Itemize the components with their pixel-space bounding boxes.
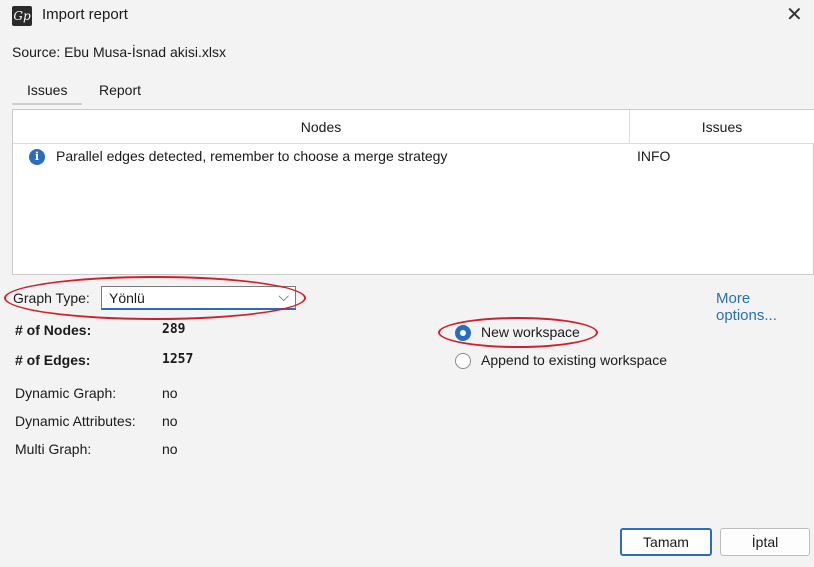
append-workspace-radio[interactable]: [455, 353, 471, 369]
multi-graph-label: Multi Graph:: [15, 441, 92, 457]
edges-count-value: 1257: [162, 352, 194, 367]
dynamic-graph-label: Dynamic Graph:: [15, 385, 117, 401]
tab-issues[interactable]: Issues: [27, 82, 67, 98]
dynamic-graph-value: no: [162, 385, 178, 401]
more-options-link[interactable]: More options...: [716, 290, 814, 324]
window-title: Import report: [42, 6, 128, 23]
issue-level: INFO: [637, 148, 671, 164]
issues-table: Nodes Issues Parallel edges detected, re…: [12, 109, 814, 275]
multi-graph-value: no: [162, 441, 178, 457]
dynamic-attributes-label: Dynamic Attributes:: [15, 413, 136, 429]
nodes-count-label: # of Nodes:: [15, 322, 92, 338]
info-icon: i: [29, 149, 45, 165]
source-file-label: Source: Ebu Musa-İsnad akisi.xlsx: [12, 44, 226, 60]
tab-report[interactable]: Report: [99, 82, 141, 98]
new-workspace-radio[interactable]: [455, 325, 471, 341]
append-workspace-label[interactable]: Append to existing workspace: [481, 352, 667, 368]
nodes-count-value: 289: [162, 322, 186, 337]
edges-count-label: # of Edges:: [15, 352, 91, 368]
column-header-nodes[interactable]: Nodes: [13, 110, 630, 144]
column-header-issues[interactable]: Issues: [630, 110, 814, 144]
ok-button[interactable]: Tamam: [620, 528, 712, 556]
graph-type-select[interactable]: Yönlü ⌵: [101, 286, 296, 310]
chevron-down-icon: ⌵: [278, 288, 289, 304]
graph-type-value: Yönlü: [109, 290, 145, 306]
close-icon[interactable]: ✕: [786, 2, 803, 27]
new-workspace-label[interactable]: New workspace: [481, 324, 580, 340]
app-logo-icon: Gp: [12, 6, 32, 26]
graph-type-label: Graph Type:: [13, 290, 90, 306]
cancel-button[interactable]: İptal: [720, 528, 810, 556]
dynamic-attributes-value: no: [162, 413, 178, 429]
active-tab-indicator: [12, 103, 82, 105]
issue-message: Parallel edges detected, remember to cho…: [56, 148, 448, 164]
